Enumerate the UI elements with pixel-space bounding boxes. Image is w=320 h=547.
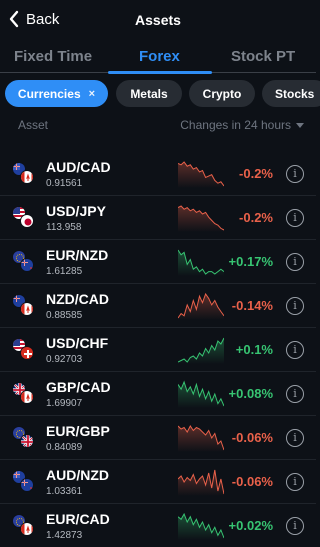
currency-pair-flag-icon (12, 382, 36, 406)
info-icon[interactable]: i (286, 253, 304, 271)
change-value: -0.2% (239, 166, 273, 181)
info-icon[interactable]: i (286, 429, 304, 447)
currency-pair-flag-icon (12, 338, 36, 362)
column-header: Asset Changes in 24 hours (0, 118, 316, 134)
chip-crypto[interactable]: Crypto (189, 80, 255, 107)
chip-currencies[interactable]: Currencies × (5, 80, 108, 107)
sparkline-chart (178, 380, 224, 408)
asset-symbol: EUR/NZD (46, 247, 109, 263)
asset-symbol: NZD/CAD (46, 291, 109, 307)
sparkline-area (178, 514, 224, 540)
asset-row[interactable]: EUR/NZD 1.61285 +0.17% i (0, 240, 316, 284)
change-value: +0.1% (235, 342, 273, 357)
sparkline-area (178, 162, 224, 188)
asset-row[interactable]: GBP/CAD 1.69907 +0.08% i (0, 372, 316, 416)
sparkline-chart (178, 205, 224, 232)
category-chips: Currencies × Metals Crypto Stocks (0, 80, 320, 108)
active-tab-indicator (108, 71, 212, 74)
asset-price: 1.69907 (46, 398, 83, 409)
currency-pair-flag-icon (12, 162, 36, 186)
tab-stock-pt[interactable]: Stock PT (231, 48, 295, 65)
tab-fixed-time[interactable]: Fixed Time (14, 48, 92, 65)
asset-price: 0.91561 (46, 178, 83, 189)
asset-row[interactable]: AUD/NZD 1.03361 -0.06% i (0, 460, 316, 504)
asset-price: 0.84089 (46, 442, 83, 453)
sparkline-area (178, 206, 224, 232)
close-icon[interactable]: × (89, 88, 95, 100)
asset-price: 1.42873 (46, 530, 83, 541)
sparkline-chart (178, 337, 224, 364)
asset-row[interactable]: USD/JPY 113.958 -0.2% i (0, 196, 316, 240)
asset-symbol: GBP/CAD (46, 379, 111, 395)
asset-row[interactable]: USD/CHF 0.92703 +0.1% i (0, 328, 316, 372)
asset-row[interactable]: EUR/GBP 0.84089 -0.06% i (0, 416, 316, 460)
asset-row[interactable]: AUD/CAD 0.91561 -0.2% i (0, 152, 316, 196)
asset-row[interactable]: EUR/CAD 1.42873 +0.02% i (0, 504, 316, 547)
sparkline-area (178, 294, 224, 320)
asset-symbol: AUD/NZD (46, 467, 109, 483)
change-period-selector[interactable]: Changes in 24 hours (180, 118, 304, 132)
info-icon[interactable]: i (286, 517, 304, 535)
currency-pair-flag-icon (12, 426, 36, 450)
caret-down-icon (296, 122, 304, 128)
asset-type-tabs: Fixed Time Forex Stock PT (0, 44, 316, 74)
change-period-label: Changes in 24 hours (180, 118, 291, 132)
asset-symbol: USD/CHF (46, 335, 109, 351)
chip-metals[interactable]: Metals (116, 80, 182, 107)
info-icon[interactable]: i (286, 385, 304, 403)
sparkline-chart (178, 249, 224, 276)
tab-forex[interactable]: Forex (139, 48, 180, 65)
change-value: -0.06% (231, 430, 273, 445)
asset-price: 1.03361 (46, 486, 83, 497)
currency-pair-flag-icon (12, 470, 36, 494)
chip-currencies-label: Currencies (17, 86, 81, 101)
asset-row[interactable]: NZD/CAD 0.88585 -0.14% i (0, 284, 316, 328)
change-value: -0.14% (231, 298, 273, 313)
asset-list: AUD/CAD 0.91561 -0.2% i USD/JPY 113.958 -0.2% i… (0, 152, 316, 547)
asset-price: 0.92703 (46, 354, 83, 365)
info-icon[interactable]: i (286, 209, 304, 227)
sparkline-chart (178, 161, 224, 188)
sparkline-chart (178, 469, 224, 496)
asset-price: 1.61285 (46, 266, 83, 277)
info-icon[interactable]: i (286, 165, 304, 183)
info-icon[interactable]: i (286, 297, 304, 315)
page-title: Assets (135, 12, 181, 28)
chip-stocks[interactable]: Stocks (262, 80, 320, 107)
sparkline-chart (178, 512, 224, 540)
currency-pair-flag-icon (12, 250, 36, 274)
change-value: +0.02% (228, 518, 273, 533)
change-value: +0.17% (228, 254, 273, 269)
asset-column-label: Asset (18, 118, 49, 132)
currency-pair-flag-icon (12, 294, 36, 318)
change-value: -0.06% (231, 474, 273, 489)
sparkline-chart (178, 292, 224, 320)
asset-price: 0.88585 (46, 310, 83, 321)
asset-symbol: AUD/CAD (46, 159, 111, 175)
sparkline-chart (178, 425, 224, 452)
asset-price: 113.958 (46, 222, 82, 233)
asset-symbol: EUR/GBP (46, 423, 110, 439)
change-value: -0.2% (239, 210, 273, 225)
top-bar: Back Assets (0, 0, 316, 40)
currency-pair-flag-icon (12, 514, 36, 538)
info-icon[interactable]: i (286, 341, 304, 359)
asset-symbol: EUR/CAD (46, 511, 110, 527)
info-icon[interactable]: i (286, 473, 304, 491)
currency-pair-flag-icon (12, 206, 36, 230)
asset-symbol: USD/JPY (46, 203, 106, 219)
change-value: +0.08% (228, 386, 273, 401)
